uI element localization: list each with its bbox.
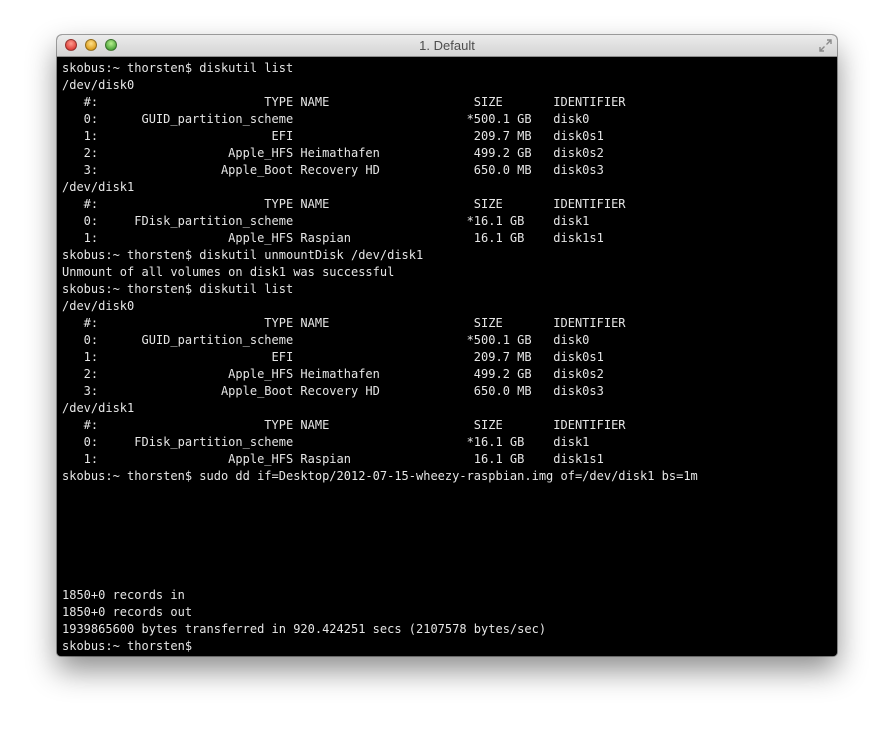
terminal-line: 0: GUID_partition_scheme *500.1 GB disk0 — [62, 333, 590, 347]
terminal-line: 1850+0 records in — [62, 588, 185, 602]
terminal-line: /dev/disk0 — [62, 299, 135, 313]
terminal-line: 1850+0 records out — [62, 605, 193, 619]
terminal-line: /dev/disk1 — [62, 180, 135, 194]
terminal-line: 0: FDisk_partition_scheme *16.1 GB disk1 — [62, 435, 590, 449]
terminal-line: #: TYPE NAME SIZE IDENTIFIER — [62, 418, 626, 432]
close-button[interactable] — [65, 39, 77, 51]
terminal-line: skobus:~ thorsten$ sudo dd if=Desktop/20… — [62, 469, 698, 483]
zoom-button[interactable] — [105, 39, 117, 51]
terminal-line: 2: Apple_HFS Heimathafen 499.2 GB disk0s… — [62, 367, 604, 381]
terminal-line: /dev/disk1 — [62, 401, 135, 415]
terminal-line: 1: EFI 209.7 MB disk0s1 — [62, 350, 604, 364]
fullscreen-arrows-icon[interactable] — [818, 38, 833, 53]
terminal-line: #: TYPE NAME SIZE IDENTIFIER — [62, 95, 626, 109]
terminal-line: Unmount of all volumes on disk1 was succ… — [62, 265, 395, 279]
terminal-line: 3: Apple_Boot Recovery HD 650.0 MB disk0… — [62, 384, 604, 398]
window-title: 1. Default — [419, 38, 475, 53]
title-bar[interactable]: 1. Default — [57, 35, 837, 57]
terminal-line: /dev/disk0 — [62, 78, 135, 92]
terminal-output[interactable]: skobus:~ thorsten$ diskutil list/dev/dis… — [57, 57, 837, 656]
terminal-line: 1: Apple_HFS Raspian 16.1 GB disk1s1 — [62, 452, 604, 466]
terminal-line: #: TYPE NAME SIZE IDENTIFIER — [62, 316, 626, 330]
terminal-line: 3: Apple_Boot Recovery HD 650.0 MB disk0… — [62, 163, 604, 177]
terminal-line: 0: GUID_partition_scheme *500.1 GB disk0 — [62, 112, 590, 126]
terminal-line: 1939865600 bytes transferred in 920.4242… — [62, 622, 547, 636]
terminal-line: #: TYPE NAME SIZE IDENTIFIER — [62, 197, 626, 211]
minimize-button[interactable] — [85, 39, 97, 51]
terminal-line: skobus:~ thorsten$ diskutil list — [62, 282, 294, 296]
terminal-window: 1. Default skobus:~ thorsten$ diskutil l… — [57, 35, 837, 656]
terminal-line: skobus:~ thorsten$ diskutil unmountDisk … — [62, 248, 424, 262]
terminal-line: 0: FDisk_partition_scheme *16.1 GB disk1 — [62, 214, 590, 228]
terminal-line: skobus:~ thorsten$ — [62, 639, 200, 653]
terminal-line: skobus:~ thorsten$ diskutil list — [62, 61, 294, 75]
terminal-line: 2: Apple_HFS Heimathafen 499.2 GB disk0s… — [62, 146, 604, 160]
terminal-line: 1: Apple_HFS Raspian 16.1 GB disk1s1 — [62, 231, 604, 245]
terminal-line: 1: EFI 209.7 MB disk0s1 — [62, 129, 604, 143]
